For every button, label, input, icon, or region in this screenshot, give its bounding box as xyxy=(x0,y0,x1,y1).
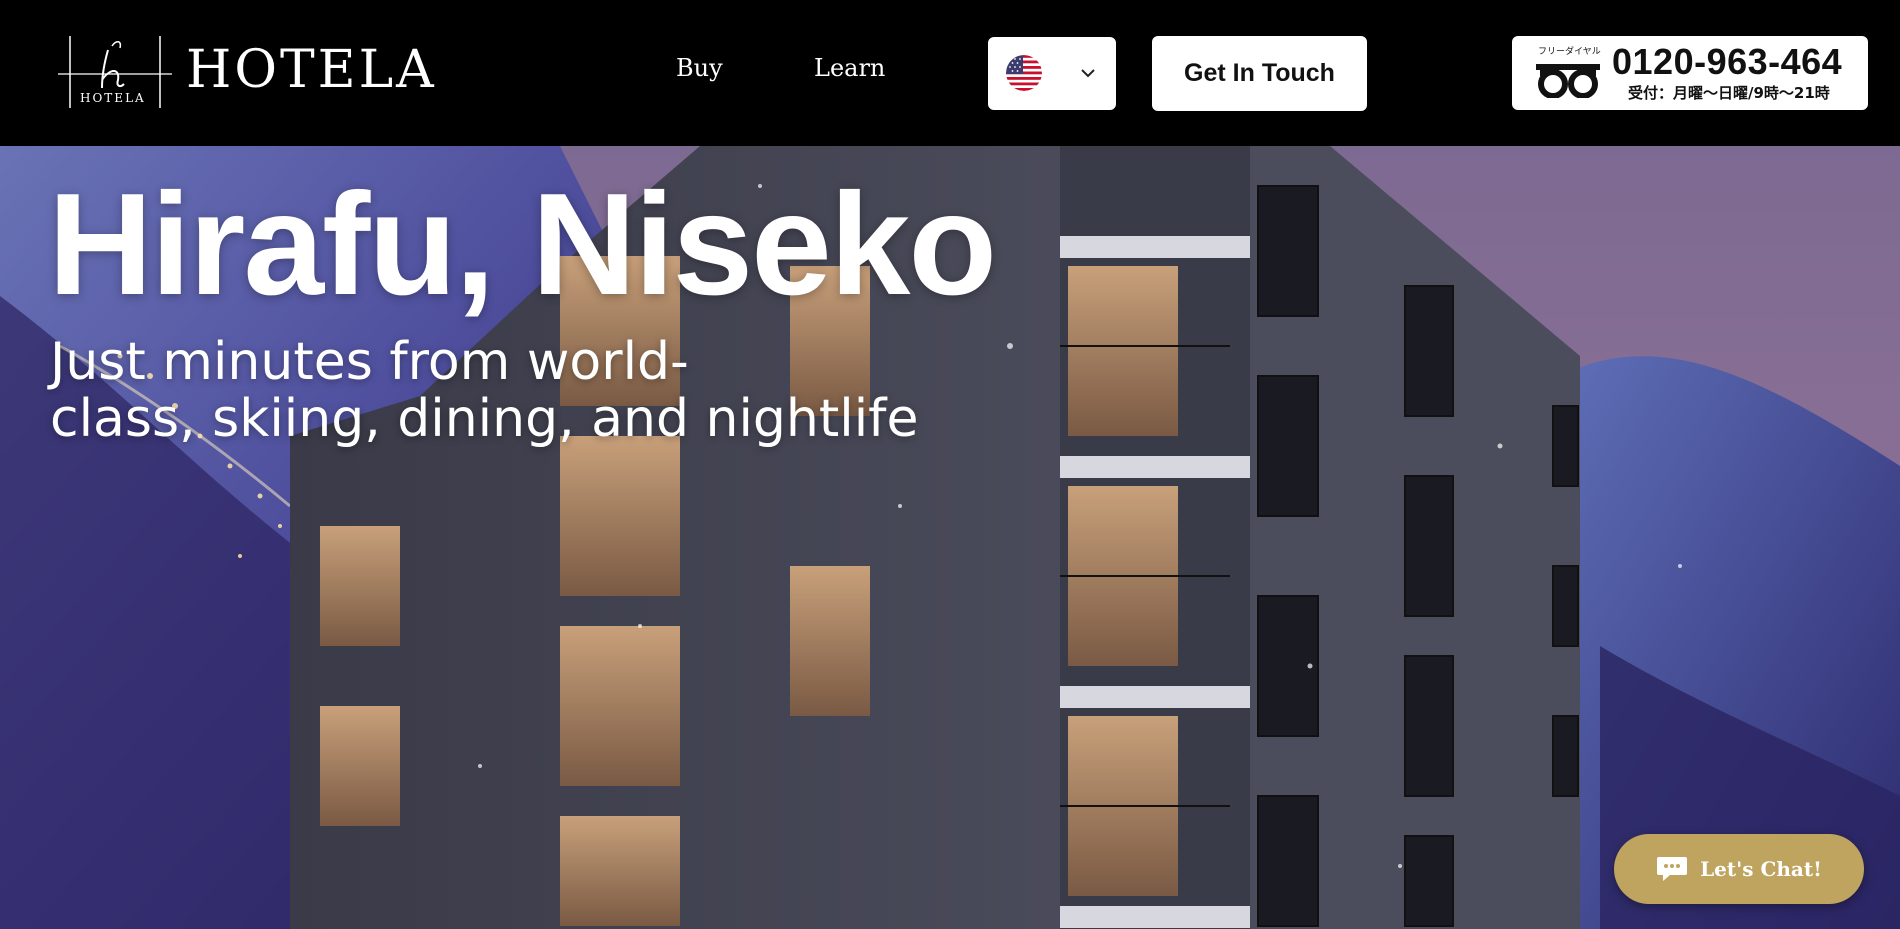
phone-contact-box[interactable]: フリーダイヤル 0120-963-464 受付：月曜～日曜/9時～21時 xyxy=(1512,36,1868,110)
chat-bubble-icon xyxy=(1657,857,1688,881)
lets-chat-button[interactable]: Let's Chat! xyxy=(1614,834,1864,904)
hero-title: Hirafu, Niseko xyxy=(48,163,997,325)
hero-subtitle: Just minutes from world- class, skiing, … xyxy=(50,334,950,448)
language-selector[interactable] xyxy=(988,37,1116,110)
brand-logo[interactable]: HOTELA HOTELA xyxy=(58,34,434,112)
freedial-icon xyxy=(1536,64,1600,98)
nav-learn-link[interactable]: Learn xyxy=(814,56,885,80)
brand-wordmark: HOTELA xyxy=(186,40,437,100)
hero-section: Hirafu, Niseko Just minutes from world- … xyxy=(0,146,1900,929)
phone-hours: 受付：月曜～日曜/9時～21時 xyxy=(1628,84,1830,102)
phone-number: 0120-963-464 xyxy=(1612,41,1843,82)
get-in-touch-button[interactable]: Get In Touch xyxy=(1152,36,1367,111)
nav-buy-link[interactable]: Buy xyxy=(676,56,723,80)
logo-small-text: HOTELA xyxy=(80,91,146,105)
chevron-down-icon xyxy=(1081,69,1095,78)
us-flag-icon xyxy=(1006,55,1042,91)
hero-subtitle-line-2: class, skiing, dining, and nightlife xyxy=(50,389,919,449)
site-header: HOTELA HOTELA Buy Learn Get In Touch フリー… xyxy=(0,0,1900,146)
freedial-badge: フリーダイヤル xyxy=(1538,47,1601,57)
chat-label: Let's Chat! xyxy=(1700,857,1822,881)
hero-subtitle-line-1: Just minutes from world- xyxy=(50,332,689,392)
